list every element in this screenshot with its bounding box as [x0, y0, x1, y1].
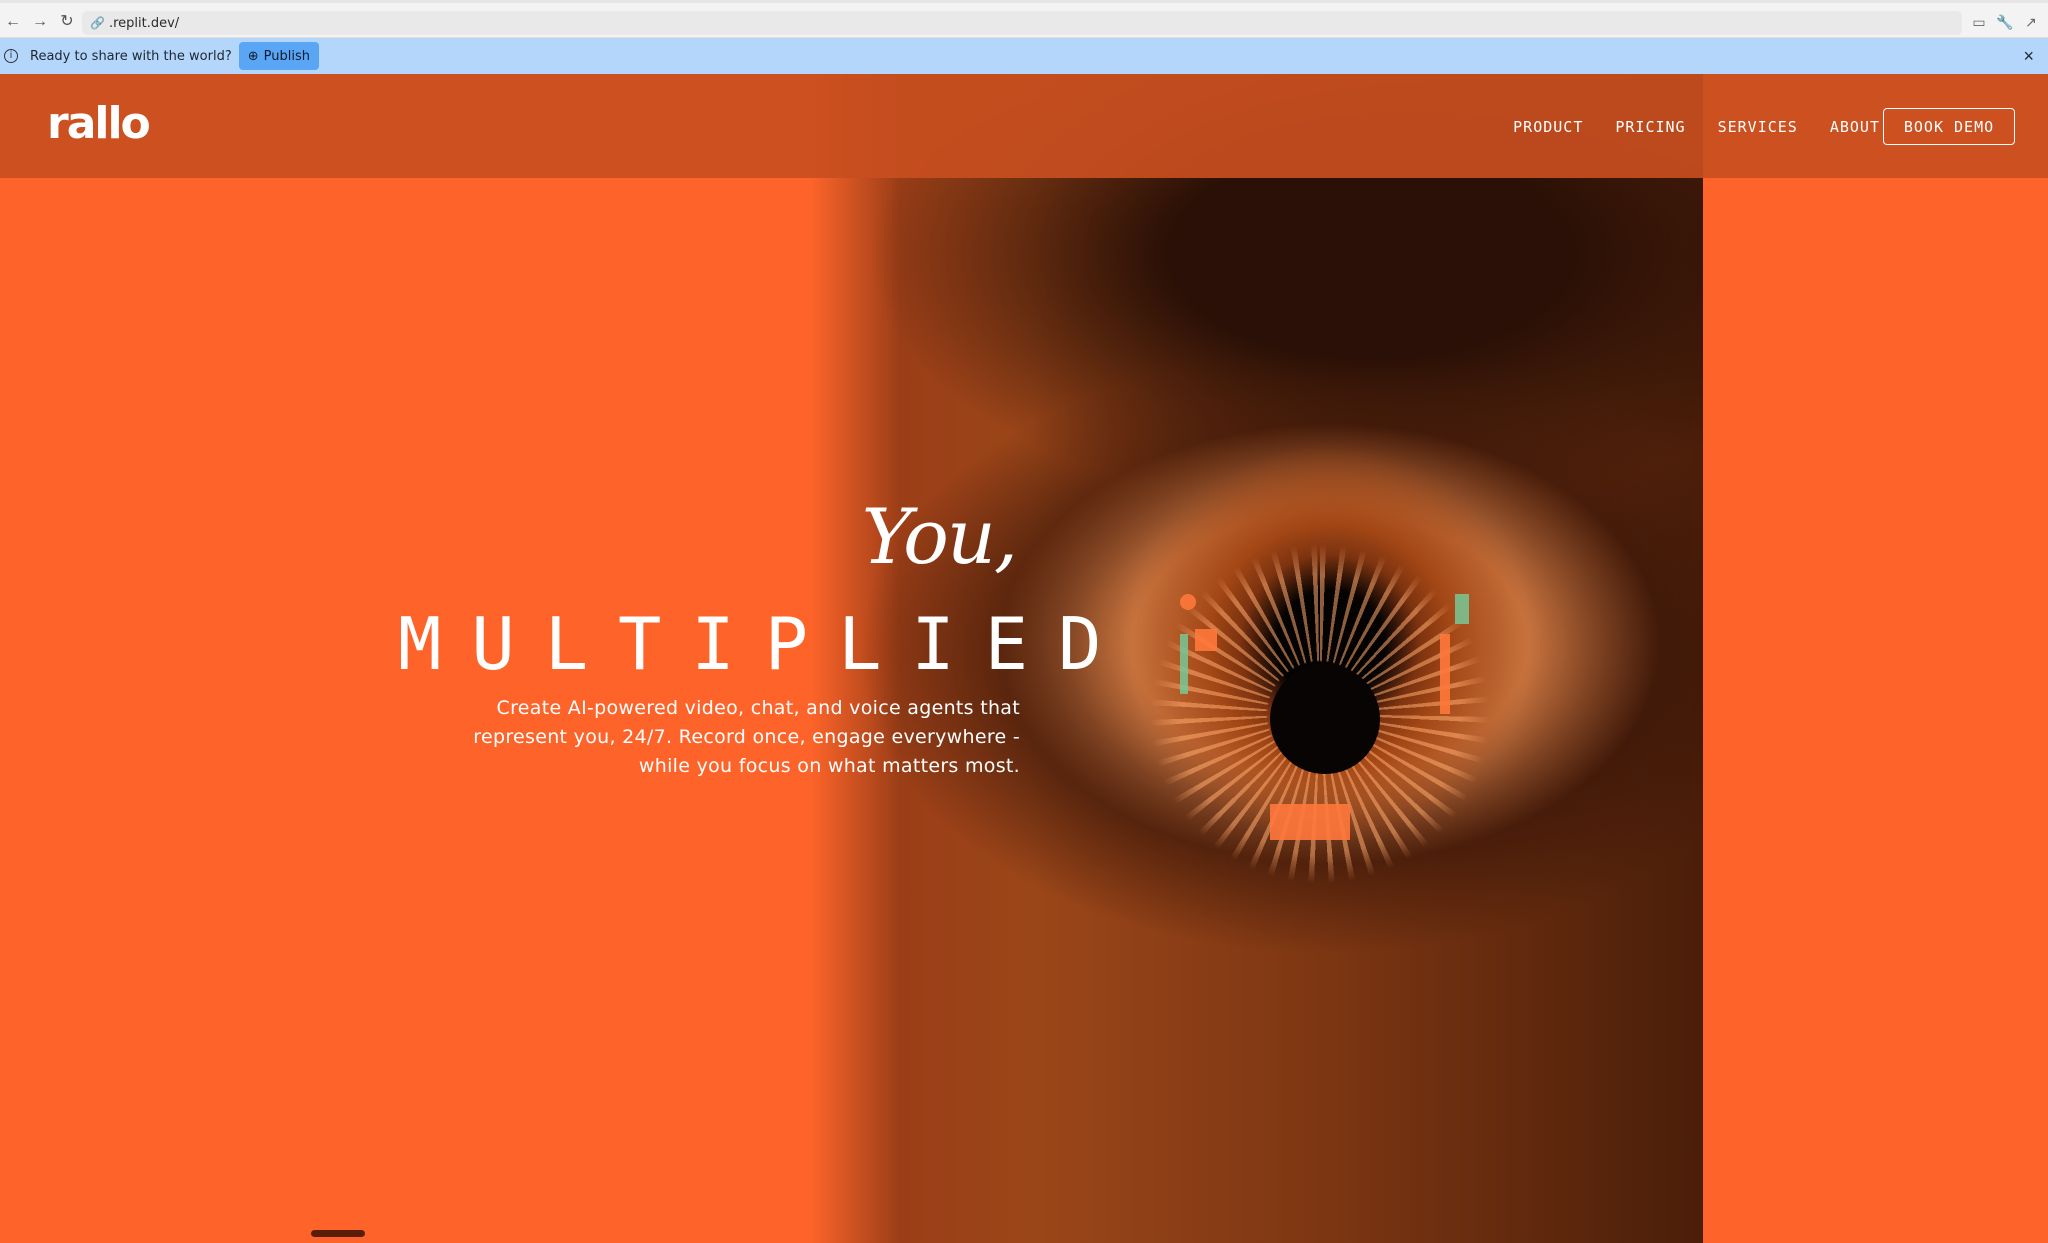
wrench-icon[interactable]: 🔧: [1996, 13, 2014, 31]
close-icon[interactable]: ×: [2023, 46, 2034, 66]
scroll-indicator[interactable]: [311, 1230, 365, 1237]
back-arrow-icon[interactable]: ←: [4, 13, 22, 31]
circuit-glyph: [1270, 804, 1350, 840]
banner-message: Ready to share with the world?: [30, 48, 232, 64]
rallo-logo[interactable]: rallo: [47, 98, 151, 149]
hero-title-you: You,: [861, 492, 1018, 581]
devices-icon[interactable]: ▭: [1970, 13, 1988, 31]
link-icon: 🔗: [90, 16, 105, 30]
book-demo-button[interactable]: BOOK DEMO: [1883, 108, 2015, 145]
site-header: rallo PRODUCT PRICING SERVICES ABOUT BOO…: [0, 74, 2048, 178]
publish-button[interactable]: ⊕ Publish: [238, 42, 319, 70]
nav-product[interactable]: PRODUCT: [1513, 118, 1583, 136]
pupil: [1270, 664, 1380, 774]
hero-subtitle: Create AI-powered video, chat, and voice…: [473, 697, 1020, 777]
circuit-glyph: [1440, 634, 1450, 714]
publish-banner: i Ready to share with the world? ⊕ Publi…: [0, 38, 2048, 74]
hero-title-multiplied: MULTIPLIED: [398, 602, 1132, 686]
circuit-glyph: [1195, 629, 1217, 651]
circuit-glyph: [1455, 594, 1469, 624]
browser-toolbar: ← → ↻ 🔗 .replit.dev/ ▭ 🔧 ↗: [0, 0, 2048, 38]
url-text: .replit.dev/: [108, 15, 180, 31]
website-viewport: rallo PRODUCT PRICING SERVICES ABOUT BOO…: [0, 74, 2048, 1243]
open-external-icon[interactable]: ↗: [2022, 13, 2040, 31]
main-nav: PRODUCT PRICING SERVICES ABOUT: [1513, 118, 1880, 136]
publish-icon: ⊕: [247, 48, 259, 64]
publish-label: Publish: [263, 48, 310, 64]
forward-arrow-icon[interactable]: →: [31, 13, 49, 31]
reload-icon[interactable]: ↻: [58, 13, 76, 31]
nav-about[interactable]: ABOUT: [1830, 118, 1880, 136]
info-icon: i: [4, 49, 18, 63]
circuit-glyph: [1180, 594, 1196, 610]
nav-pricing[interactable]: PRICING: [1615, 118, 1685, 136]
nav-services[interactable]: SERVICES: [1718, 118, 1798, 136]
circuit-glyph: [1180, 634, 1188, 694]
address-bar[interactable]: 🔗 .replit.dev/: [82, 11, 1962, 35]
